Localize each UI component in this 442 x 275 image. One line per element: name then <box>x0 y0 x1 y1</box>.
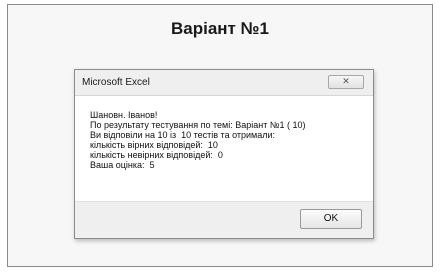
close-icon: ✕ <box>342 77 350 87</box>
message-line-greeting: Шановн. Іванов! <box>90 110 158 120</box>
message-line-answered: Ви відповіли на 10 із 10 тестів та отрим… <box>90 130 276 140</box>
dialog-titlebar[interactable]: Microsoft Excel ✕ <box>75 70 373 96</box>
dialog-title: Microsoft Excel <box>82 77 150 88</box>
dialog-footer: OK <box>75 201 373 238</box>
message-line-test-topic: По результату тестування по темі: Варіан… <box>90 120 306 130</box>
message-line-grade: Ваша оцінка: 5 <box>90 160 155 170</box>
dialog-message: Шановн. Іванов! По результату тестування … <box>90 110 306 170</box>
sheet-title: Варіант №1 <box>170 19 269 38</box>
message-line-incorrect-count: кількість невірних відповідей: 0 <box>90 150 223 160</box>
message-line-correct-count: кількість вірних відповідей: 10 <box>90 140 218 150</box>
ok-button[interactable]: OK <box>300 209 362 229</box>
close-button[interactable]: ✕ <box>328 75 364 89</box>
message-dialog: Microsoft Excel ✕ Шановн. Іванов! По резу… <box>74 69 374 239</box>
